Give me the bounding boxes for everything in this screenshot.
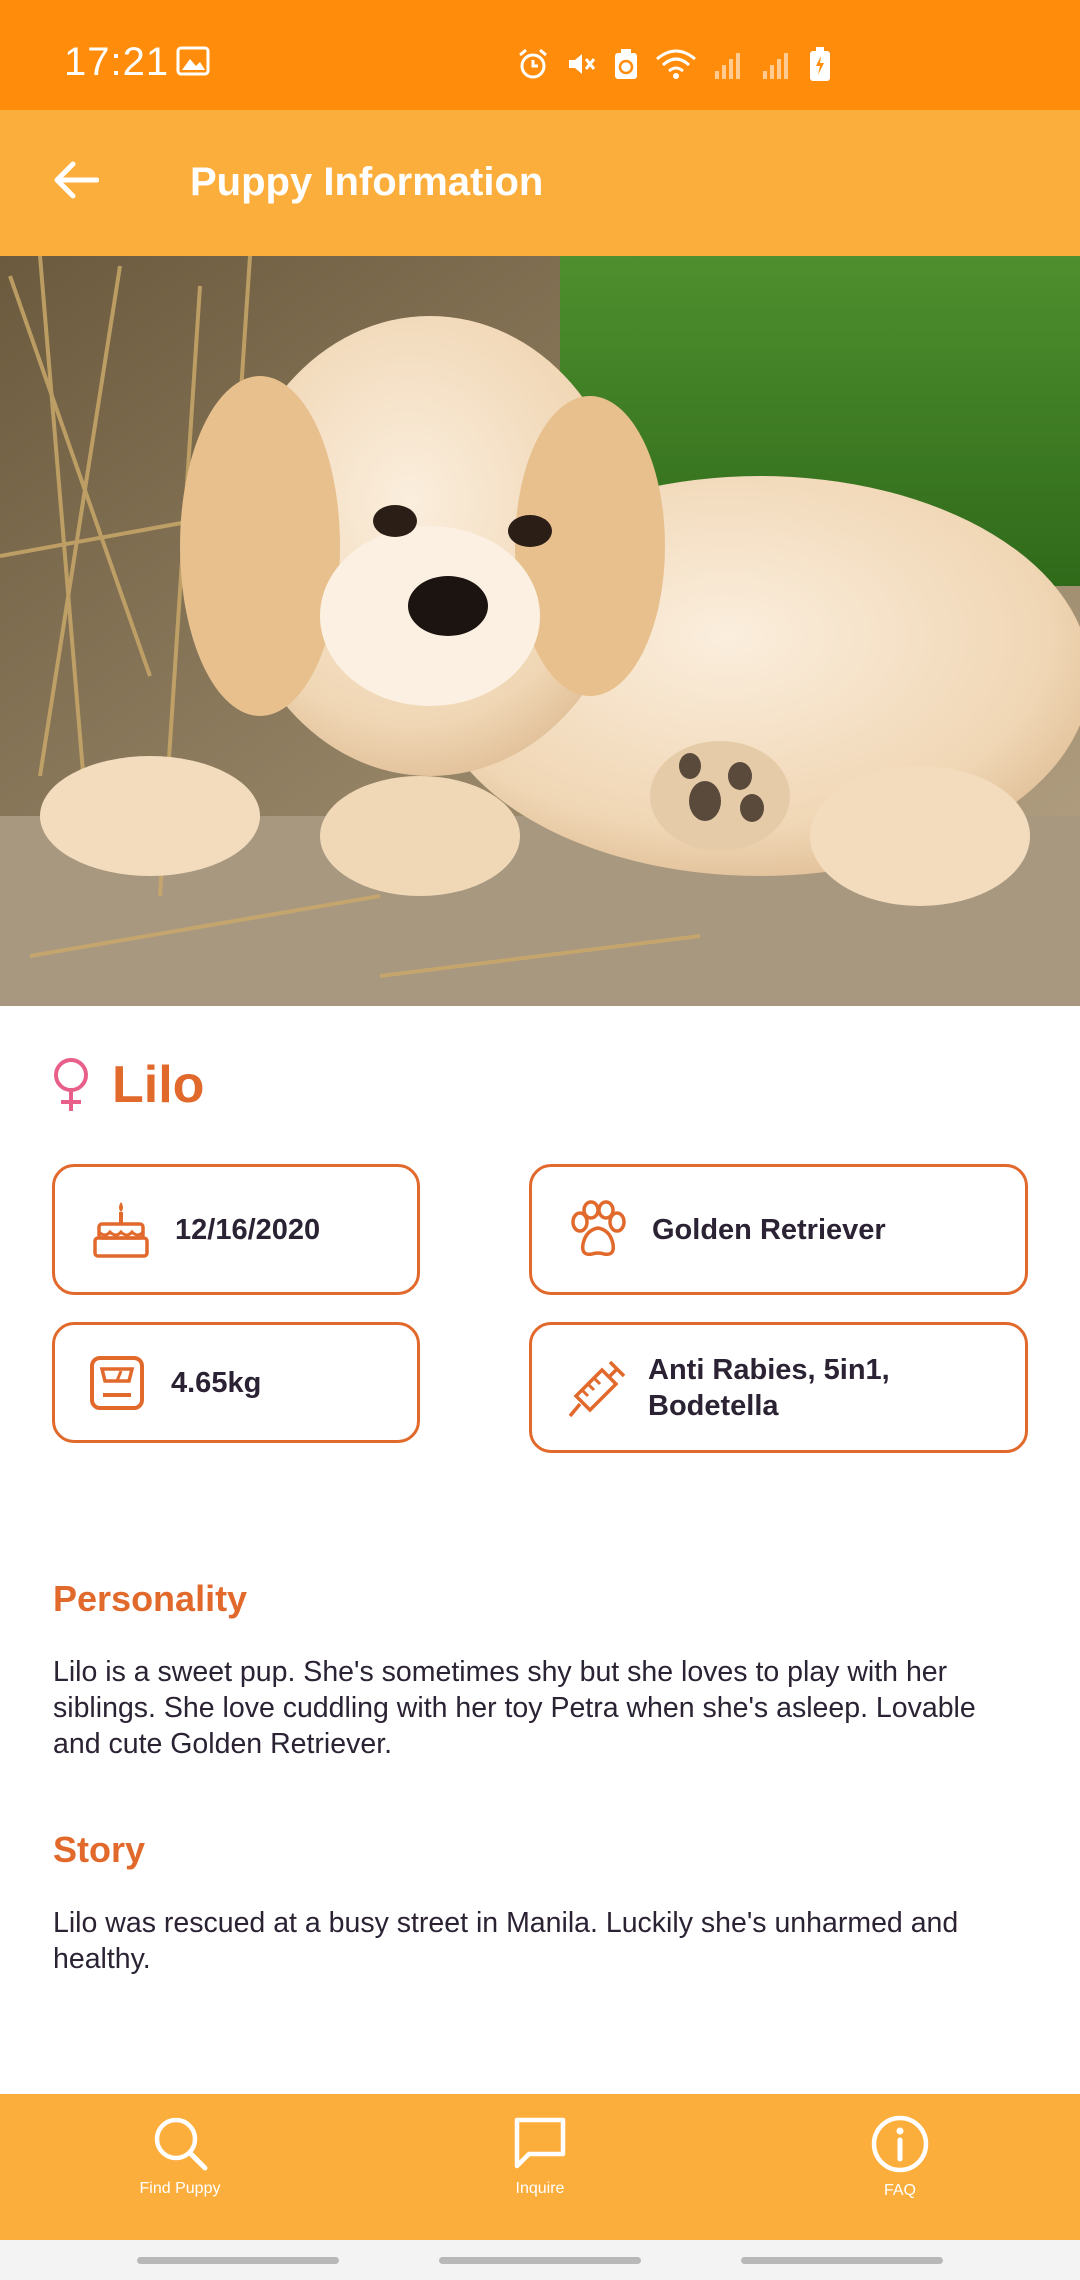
female-icon bbox=[54, 1058, 88, 1111]
signal-icon bbox=[763, 53, 788, 79]
recycle-icon bbox=[615, 49, 637, 79]
story-text: Lilo was rescued at a busy street in Man… bbox=[53, 1907, 959, 1975]
birthday-value: 12/16/2020 bbox=[175, 1213, 321, 1246]
story-heading: Story bbox=[53, 1829, 146, 1870]
app-bar: Puppy Information bbox=[0, 110, 1080, 256]
status-bar: 17:21 bbox=[0, 0, 1080, 110]
personality-heading: Personality bbox=[53, 1578, 248, 1619]
bottom-navigation: Find Puppy Inquire FAQ bbox=[0, 2094, 1080, 2240]
puppy-name-row: Lilo bbox=[50, 1050, 204, 1120]
chat-icon bbox=[514, 2117, 566, 2169]
page-title: Puppy Information bbox=[190, 160, 544, 204]
personality-text: Lilo is a sweet pup. She's sometimes shy… bbox=[53, 1656, 976, 1760]
nav-label-inquire: Inquire bbox=[515, 2180, 565, 2197]
vaccines-card: Anti Rabies, 5in1, Bodetella bbox=[529, 1322, 1028, 1453]
mute-icon bbox=[569, 54, 596, 74]
cake-icon bbox=[89, 1198, 153, 1262]
puppy-photo bbox=[0, 256, 1080, 1006]
nav-label-faq: FAQ bbox=[883, 2182, 916, 2199]
vaccines-value: Anti Rabies, 5in1, Bodetella bbox=[648, 1352, 890, 1424]
signal-icon bbox=[715, 53, 740, 79]
scale-icon bbox=[85, 1351, 149, 1415]
back-button[interactable] bbox=[40, 144, 112, 216]
status-icons bbox=[516, 44, 832, 84]
search-icon bbox=[154, 2117, 208, 2171]
syringe-icon bbox=[566, 1356, 630, 1420]
paw-icon bbox=[566, 1198, 630, 1262]
weight-value: 4.65kg bbox=[171, 1366, 262, 1399]
gesture-pill-left[interactable] bbox=[137, 2257, 339, 2264]
gesture-pill-center[interactable] bbox=[439, 2257, 641, 2264]
nav-label-find-puppy: Find Puppy bbox=[139, 2180, 221, 2197]
image-icon bbox=[176, 46, 210, 76]
battery-charging-icon bbox=[810, 47, 830, 81]
vaccines-line-2: Bodetella bbox=[648, 1389, 779, 1422]
vaccines-line-1: Anti Rabies, 5in1, bbox=[648, 1353, 890, 1386]
weight-card: 4.65kg bbox=[52, 1322, 420, 1443]
wifi-icon bbox=[656, 49, 696, 79]
alarm-icon bbox=[519, 48, 547, 79]
breed-value: Golden Retriever bbox=[652, 1213, 886, 1246]
nav-find-puppy[interactable]: Find Puppy bbox=[80, 2114, 280, 2224]
arrow-left-icon bbox=[54, 161, 99, 199]
nav-faq[interactable]: FAQ bbox=[800, 2114, 1000, 2224]
system-gesture-bar bbox=[0, 2240, 1080, 2280]
birthday-card: 12/16/2020 bbox=[52, 1164, 420, 1295]
puppy-name: Lilo bbox=[112, 1056, 205, 1114]
status-time: 17:21 bbox=[64, 40, 170, 84]
gesture-pill-right[interactable] bbox=[741, 2257, 943, 2264]
breed-card: Golden Retriever bbox=[529, 1164, 1028, 1295]
info-icon bbox=[871, 2115, 929, 2173]
nav-inquire[interactable]: Inquire bbox=[440, 2114, 640, 2224]
